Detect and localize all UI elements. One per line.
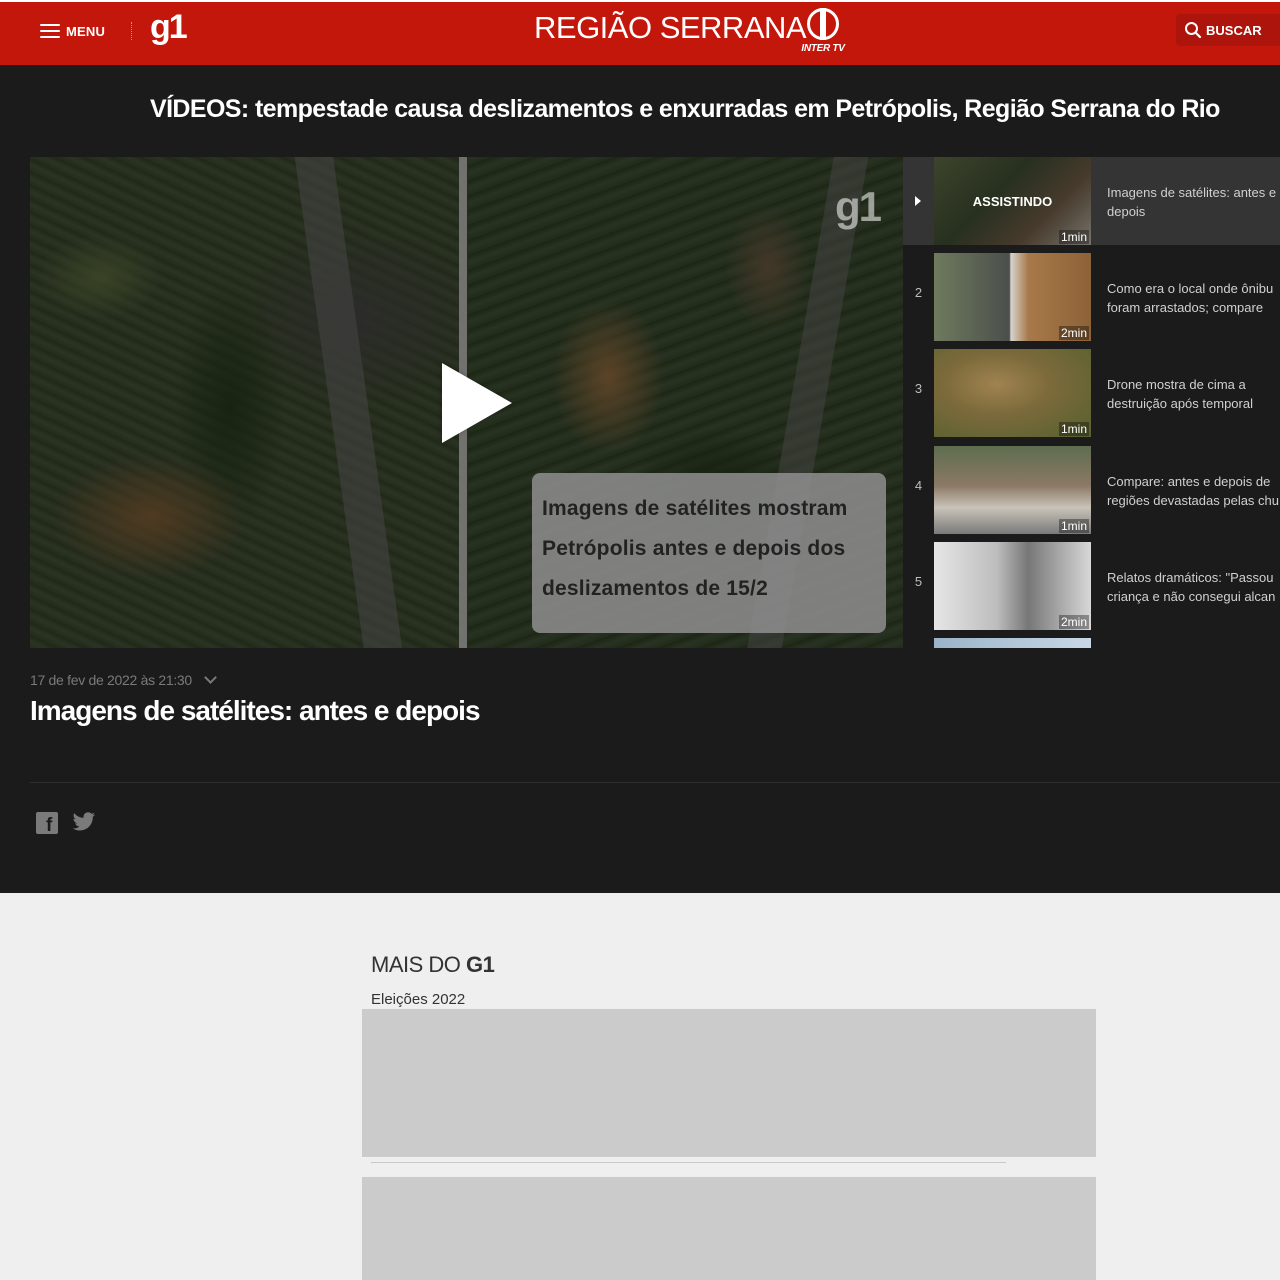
page-headline: VÍDEOS: tempestade causa deslizamentos e… bbox=[150, 95, 1220, 123]
caption-line: Imagens de satélites mostram bbox=[542, 497, 848, 520]
region-title[interactable]: REGIÃO SERRANA bbox=[534, 10, 807, 46]
more-title-brand: G1 bbox=[466, 952, 495, 977]
playlist-item[interactable]: 4 1min Compare: antes e depois de regiões… bbox=[903, 446, 1280, 534]
g1-logo[interactable]: g1 bbox=[150, 8, 188, 47]
search-label: BUSCAR bbox=[1206, 22, 1262, 38]
playlist-item-title: Drone mostra de cima a destruição após te… bbox=[1107, 377, 1253, 411]
video-duration: 2min bbox=[1058, 615, 1089, 629]
chevron-down-icon[interactable] bbox=[204, 671, 217, 684]
twitter-share-icon[interactable] bbox=[72, 811, 96, 833]
content-placeholder bbox=[362, 1009, 1096, 1157]
video-thumbnail: 1min bbox=[934, 349, 1091, 437]
playlist-item[interactable] bbox=[903, 638, 1280, 648]
playlist-item-number: 4 bbox=[914, 478, 923, 493]
video-thumbnail: 2min bbox=[934, 253, 1091, 341]
top-navigation-bar: MENU g1 REGIÃO SERRANA INTER TV BUSCAR bbox=[0, 0, 1280, 65]
video-date-text: 17 de fev de 2022 às 21:30 bbox=[30, 672, 192, 688]
g1-watermark: g1 bbox=[835, 183, 882, 230]
now-playing-icon bbox=[915, 196, 921, 206]
video-duration: 1min bbox=[1058, 422, 1089, 436]
playlist-item-number: 3 bbox=[914, 381, 923, 396]
video-playlist: ASSISTINDO 1min Imagens de satélites: an… bbox=[903, 157, 1280, 648]
playlist-item[interactable]: 3 1min Drone mostra de cima a destruição … bbox=[903, 349, 1280, 437]
menu-label: MENU bbox=[66, 23, 106, 39]
playlist-item[interactable]: ASSISTINDO 1min Imagens de satélites: an… bbox=[903, 157, 1280, 245]
video-section: VÍDEOS: tempestade causa deslizamentos e… bbox=[0, 65, 1280, 893]
more-title-prefix: MAIS DO bbox=[371, 952, 461, 977]
playlist-item[interactable]: 5 2min Relatos dramáticos: "Passou crianç… bbox=[903, 542, 1280, 630]
intertv-logo: INTER TV bbox=[799, 8, 847, 58]
search-button[interactable]: BUSCAR bbox=[1176, 14, 1280, 46]
video-thumbnail: 1min bbox=[934, 446, 1091, 534]
video-duration: 2min bbox=[1058, 326, 1089, 340]
video-thumbnail: 2min bbox=[934, 542, 1091, 630]
video-duration: 1min bbox=[1058, 519, 1089, 533]
hamburger-icon bbox=[40, 24, 60, 38]
divider bbox=[30, 782, 1280, 783]
intertv-logo-text: INTER TV bbox=[801, 43, 845, 54]
playlist-item-title: Compare: antes e depois de regiões devast… bbox=[1107, 474, 1280, 508]
playlist-item-title: Imagens de satélites: antes e depois bbox=[1107, 185, 1277, 219]
caption-line: deslizamentos de 15/2 bbox=[542, 577, 768, 600]
playlist-item-title: Relatos dramáticos: "Passou criança e não… bbox=[1107, 570, 1276, 604]
video-date: 17 de fev de 2022 às 21:30 bbox=[30, 671, 217, 688]
video-title: Imagens de satélites: antes e depois bbox=[30, 695, 481, 726]
search-icon bbox=[1185, 22, 1202, 39]
facebook-share-icon[interactable]: f bbox=[36, 812, 58, 836]
more-from-g1-heading: MAIS DO G1 bbox=[371, 952, 495, 978]
video-player[interactable]: g1 Imagens de satélites mostram Petrópol… bbox=[30, 157, 903, 648]
video-thumbnail bbox=[934, 638, 1091, 648]
section-label[interactable]: Eleições 2022 bbox=[371, 991, 465, 1008]
video-caption-box: Imagens de satélites mostram Petrópolis … bbox=[532, 473, 886, 633]
content-placeholder bbox=[362, 1177, 1096, 1280]
menu-button[interactable]: MENU bbox=[40, 20, 105, 42]
video-duration: 1min bbox=[1058, 230, 1089, 244]
video-thumbnail: ASSISTINDO 1min bbox=[934, 157, 1091, 245]
playlist-item-number: 2 bbox=[914, 285, 923, 300]
playlist-item[interactable]: 2 2min Como era o local onde ônibu foram … bbox=[903, 253, 1280, 341]
play-icon[interactable] bbox=[442, 363, 512, 443]
header-separator bbox=[131, 22, 132, 40]
caption-line: Petrópolis antes e depois dos bbox=[542, 537, 846, 560]
divider bbox=[371, 1162, 1006, 1163]
playlist-item-title: Como era o local onde ônibu foram arrasta… bbox=[1107, 281, 1274, 315]
playlist-item-number: 5 bbox=[914, 574, 923, 589]
